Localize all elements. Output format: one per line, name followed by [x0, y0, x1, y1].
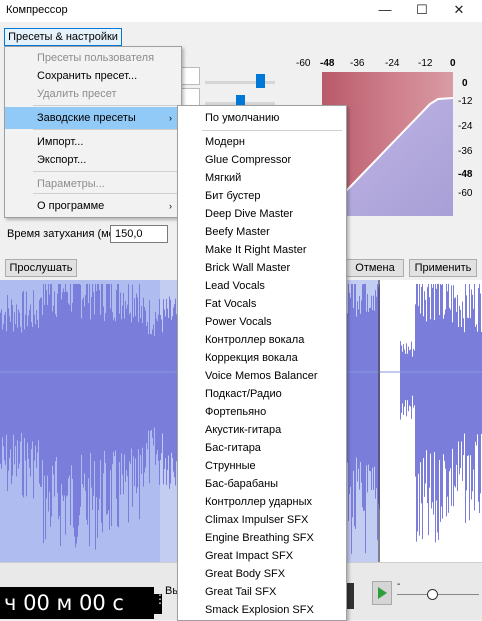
- top-scale-tick: -48: [320, 58, 335, 69]
- preset-item[interactable]: Smack Explosion SFX: [178, 601, 346, 619]
- right-scale-tick: -24: [458, 121, 473, 132]
- presets-menu: Пресеты пользователя Сохранить пресет...…: [4, 46, 182, 218]
- preset-item[interactable]: Мягкий: [178, 169, 346, 187]
- scroll-handle[interactable]: [346, 583, 354, 609]
- preset-item[interactable]: Deep Dive Master: [178, 205, 346, 223]
- play-icon: [378, 587, 387, 599]
- right-scale-tick: -48: [458, 169, 473, 180]
- preset-item[interactable]: Бит бустер: [178, 187, 346, 205]
- preset-item[interactable]: Модерн: [178, 133, 346, 151]
- menu-item-label: О программе: [37, 200, 105, 212]
- menu-separator: [33, 193, 177, 194]
- top-scale-tick: -60: [296, 58, 311, 69]
- preset-item[interactable]: Струнные: [178, 457, 346, 475]
- menu-item-label: Импорт...: [37, 136, 84, 148]
- preset-item[interactable]: Акустик-гитара: [178, 421, 346, 439]
- preset-item[interactable]: Lead Vocals: [178, 277, 346, 295]
- menu-item-options: Параметры...: [5, 173, 181, 195]
- top-scale-tick: 0: [450, 58, 456, 69]
- window-title: Компрессор: [6, 4, 68, 16]
- apply-button[interactable]: Применить: [409, 259, 477, 277]
- presets-settings-button[interactable]: Пресеты & настройки: [4, 28, 122, 46]
- right-scale-tick: -12: [458, 96, 473, 107]
- play-at-speed-button[interactable]: [372, 581, 392, 605]
- menu-item-label: Пресеты пользователя: [37, 52, 155, 64]
- top-scale-tick: -12: [418, 58, 433, 69]
- preset-item[interactable]: Voice Memos Balancer: [178, 367, 346, 385]
- time-format-dropdown[interactable]: ⋮: [154, 593, 166, 614]
- preset-item[interactable]: Контроллер вокала: [178, 331, 346, 349]
- speed-slider-thumb[interactable]: [427, 589, 438, 600]
- menu-item-factory-presets[interactable]: Заводские пресеты ›: [5, 107, 181, 129]
- menu-item-label: Заводские пресеты: [37, 112, 136, 124]
- right-scale-tick: 0: [462, 78, 468, 89]
- threshold-field[interactable]: [180, 67, 200, 85]
- preset-item[interactable]: Фортепьяно: [178, 403, 346, 421]
- release-time-label: Время затухания (мс): [7, 228, 118, 240]
- preset-item[interactable]: Brick Wall Master: [178, 259, 346, 277]
- time-counter: ч 00 м 00 с: [0, 587, 154, 619]
- speed-min-label: -: [397, 579, 401, 590]
- cancel-button[interactable]: Отмена: [346, 259, 404, 277]
- preset-item[interactable]: Engine Breathing SFX: [178, 529, 346, 547]
- chevron-right-icon: ›: [169, 113, 172, 123]
- right-scale-tick: -36: [458, 146, 473, 157]
- chevron-right-icon: ›: [169, 201, 172, 211]
- menu-separator: [202, 130, 342, 131]
- menu-separator: [33, 171, 177, 172]
- preset-item[interactable]: Beefy Master: [178, 223, 346, 241]
- preset-item[interactable]: Fat Vocals: [178, 295, 346, 313]
- title-bar: Компрессор — ☐ ✕: [0, 0, 482, 22]
- threshold-slider-thumb[interactable]: [256, 74, 265, 88]
- minimize-button[interactable]: —: [368, 0, 402, 22]
- maximize-button[interactable]: ☐: [405, 0, 439, 22]
- top-scale-tick: -36: [350, 58, 365, 69]
- preset-item[interactable]: Контроллер ударных: [178, 493, 346, 511]
- close-button[interactable]: ✕: [442, 0, 476, 22]
- factory-presets-submenu: По умолчанию Модерн Glue Compressor Мягкий…: [177, 105, 347, 621]
- menu-item-export[interactable]: Экспорт...: [5, 149, 181, 171]
- preset-item[interactable]: Glue Compressor: [178, 151, 346, 169]
- menu-separator: [33, 105, 177, 106]
- speed-slider-track[interactable]: [397, 594, 479, 595]
- preset-item-default[interactable]: По умолчанию: [178, 109, 346, 127]
- menu-item-about[interactable]: О программе ›: [5, 195, 181, 217]
- menu-item-label: Параметры...: [37, 178, 105, 190]
- menu-item-label: Экспорт...: [37, 154, 87, 166]
- noise-floor-field[interactable]: [180, 88, 200, 106]
- release-time-field[interactable]: 150,0: [110, 225, 168, 243]
- preview-button[interactable]: Прослушать: [5, 259, 77, 277]
- right-scale-tick: -60: [458, 188, 473, 199]
- preset-item[interactable]: Make It Right Master: [178, 241, 346, 259]
- top-scale-tick: -24: [385, 58, 400, 69]
- preset-item[interactable]: Climax Impulser SFX: [178, 511, 346, 529]
- menu-item-label: Удалить пресет: [37, 88, 117, 100]
- menu-item-label: Сохранить пресет...: [37, 70, 138, 82]
- preset-item[interactable]: Great Body SFX: [178, 565, 346, 583]
- preset-item[interactable]: Бас-гитара: [178, 439, 346, 457]
- preset-item[interactable]: Бас-барабаны: [178, 475, 346, 493]
- preset-item[interactable]: Коррекция вокала: [178, 349, 346, 367]
- preset-item[interactable]: Подкаст/Радио: [178, 385, 346, 403]
- preset-item[interactable]: Power Vocals: [178, 313, 346, 331]
- preset-item[interactable]: Great Tail SFX: [178, 583, 346, 601]
- menu-separator: [33, 129, 177, 130]
- preset-item[interactable]: Great Impact SFX: [178, 547, 346, 565]
- menu-item-delete-preset: Удалить пресет: [5, 83, 181, 105]
